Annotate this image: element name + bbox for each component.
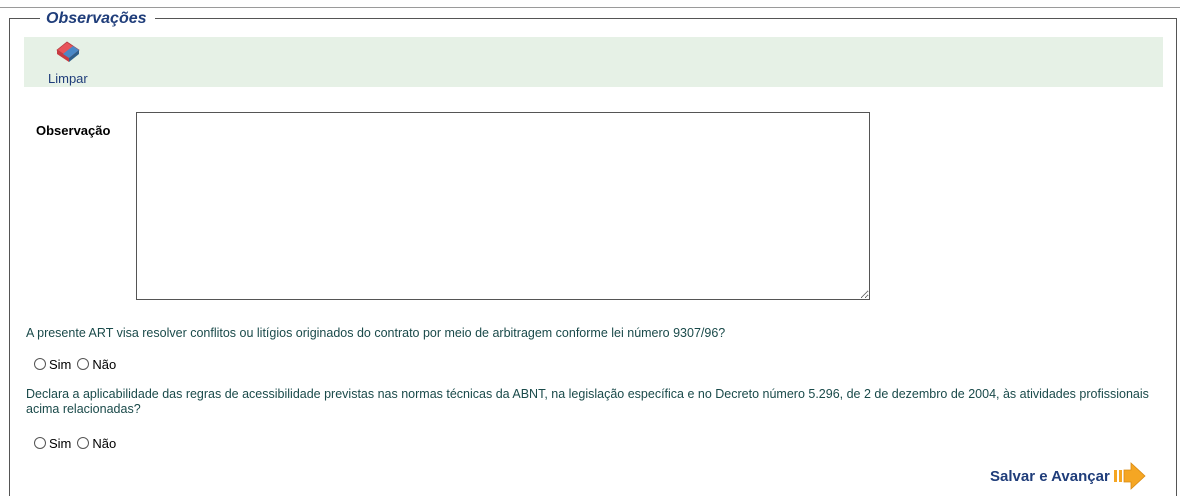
save-and-next-button[interactable]: Salvar e Avançar [990, 461, 1147, 491]
observation-label: Observação [36, 123, 111, 138]
fieldset-legend: Observações [40, 9, 155, 29]
radio-group-arbitration: Sim Não [34, 355, 122, 373]
radio-accessibility-sim[interactable]: Sim [34, 436, 71, 451]
radio-label: Não [92, 435, 117, 451]
radio-label: Não [92, 356, 117, 372]
eraser-icon [56, 41, 80, 62]
radio-button[interactable] [77, 358, 90, 370]
radio-accessibility-nao[interactable]: Não [77, 436, 116, 451]
toolbar: Limpar [24, 37, 1163, 87]
radio-label: Sim [49, 356, 72, 372]
radio-button[interactable] [34, 437, 46, 449]
observation-textarea[interactable] [136, 112, 870, 300]
save-and-next-label: Salvar e Avançar [990, 467, 1110, 485]
arrow-right-icon [1113, 462, 1146, 490]
question-accessibility: Declara a aplicabilidade das regras de a… [26, 387, 1149, 416]
radio-arbitration-sim[interactable]: Sim [34, 357, 71, 372]
top-divider [0, 7, 1180, 8]
radio-arbitration-nao[interactable]: Não [77, 357, 116, 372]
radio-group-accessibility: Sim Não [34, 434, 122, 452]
clear-button[interactable]: Limpar [34, 37, 94, 87]
question-arbitration: A presente ART visa resolver conflitos o… [26, 326, 726, 340]
radio-label: Sim [49, 435, 72, 451]
radio-button[interactable] [34, 358, 46, 370]
clear-button-label: Limpar [48, 71, 88, 86]
radio-button[interactable] [77, 437, 90, 449]
